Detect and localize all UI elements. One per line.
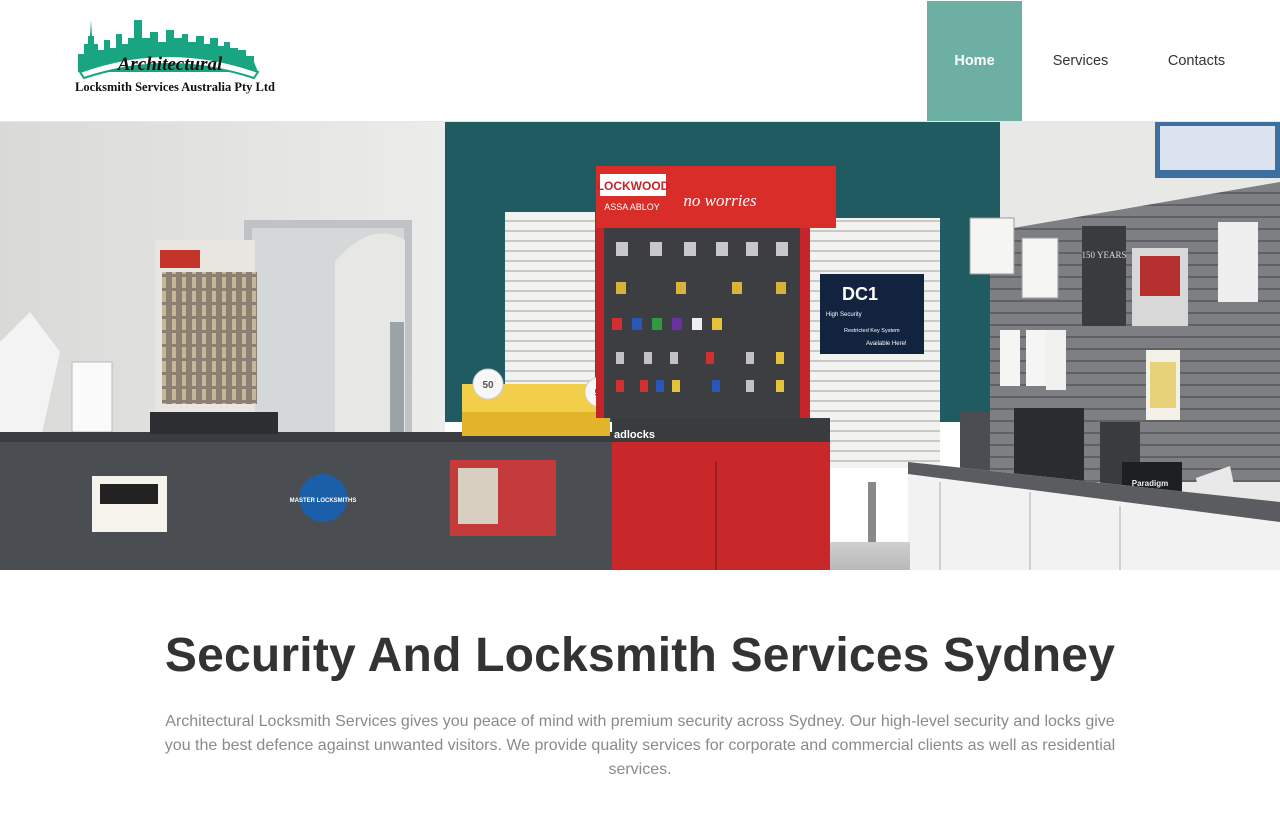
svg-text:no worries: no worries [683,191,757,210]
shop-interior-illustration: MASTER LOCKSMITHS 50 50 LOCKWOOD ASSA AB… [0,122,1280,570]
site-header: Architectural Locksmith Services Austral… [0,0,1280,122]
svg-text:50: 50 [482,380,494,391]
svg-text:Architectural: Architectural [117,54,223,75]
svg-text:adlocks: adlocks [614,429,655,441]
intro-section: Security And Locksmith Services Sydney A… [0,570,1280,823]
svg-text:Restricted Key System: Restricted Key System [844,328,900,334]
nav-home[interactable]: Home [927,1,1022,121]
company-logo[interactable]: Architectural Locksmith Services Austral… [58,14,288,100]
main-navigation: Home Services Contacts [927,1,1280,121]
svg-text:High Security: High Security [826,312,862,318]
intro-paragraph: Architectural Locksmith Services gives y… [164,713,1116,778]
svg-text:DC1: DC1 [842,284,878,304]
svg-text:MASTER LOCKSMITHS: MASTER LOCKSMITHS [290,498,357,504]
nav-services[interactable]: Services [1022,1,1139,121]
svg-text:LOCKWOOD: LOCKWOOD [597,179,670,193]
nav-contacts[interactable]: Contacts [1139,1,1254,121]
hero-image: MASTER LOCKSMITHS 50 50 LOCKWOOD ASSA AB… [0,122,1280,570]
skyline-logo-icon: Architectural [78,20,260,80]
svg-text:ASSA ABLOY: ASSA ABLOY [604,202,660,212]
page-headline: Security And Locksmith Services Sydney [164,629,1116,682]
logo-subtitle: Locksmith Services Australia Pty Ltd [75,80,275,94]
svg-text:150 YEARS: 150 YEARS [1082,250,1127,260]
svg-text:Available Here!: Available Here! [866,341,907,347]
